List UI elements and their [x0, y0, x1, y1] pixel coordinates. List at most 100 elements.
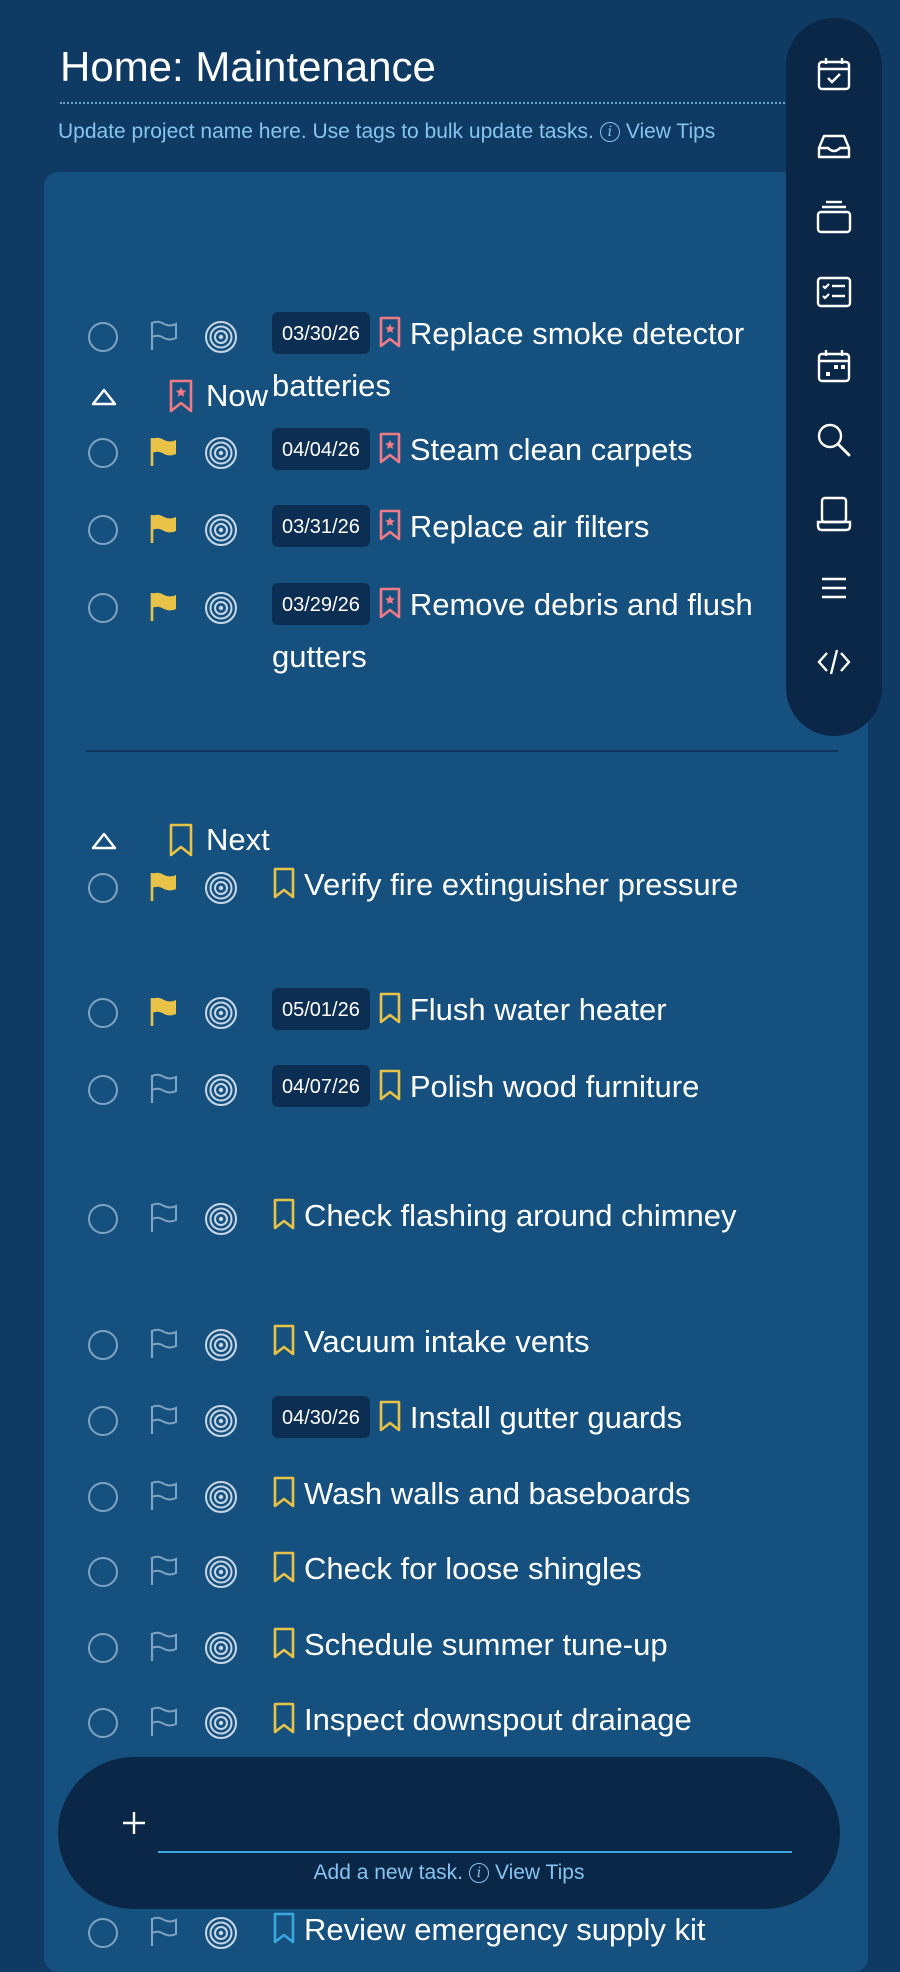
task-content[interactable]: 03/30/26 Replace smoke detector batteries: [272, 308, 812, 412]
flag-icon[interactable]: [148, 320, 178, 352]
collapse-icon[interactable]: [90, 830, 118, 852]
task-title[interactable]: Replace air filters: [410, 509, 649, 544]
complete-checkbox[interactable]: [88, 873, 118, 903]
flag-icon[interactable]: [148, 1202, 178, 1234]
complete-checkbox[interactable]: [88, 1918, 118, 1948]
task-title[interactable]: Check for loose shingles: [304, 1551, 642, 1586]
task-content[interactable]: Check flashing around chimney: [272, 1190, 812, 1242]
code-icon[interactable]: [814, 642, 854, 682]
task-content[interactable]: 03/31/26 Replace air filters: [272, 501, 812, 553]
inbox-icon[interactable]: [814, 126, 854, 166]
add-task-input[interactable]: [158, 1795, 792, 1853]
stack-icon[interactable]: [814, 198, 854, 238]
due-date-badge[interactable]: 03/30/26: [272, 311, 370, 354]
target-icon[interactable]: [204, 320, 238, 354]
due-date-badge[interactable]: 04/30/26: [272, 1395, 370, 1438]
target-icon[interactable]: [204, 1328, 238, 1362]
complete-checkbox[interactable]: [88, 1406, 118, 1436]
calendar-check-icon[interactable]: [814, 54, 854, 94]
collapse-icon[interactable]: [90, 386, 118, 408]
task-content[interactable]: Schedule summer tune-up: [272, 1619, 812, 1671]
info-icon: i: [468, 1863, 489, 1883]
flag-icon[interactable]: [148, 996, 178, 1028]
task-title[interactable]: Inspect downspout drainage: [304, 1702, 692, 1737]
due-date-badge[interactable]: 05/01/26: [272, 987, 370, 1030]
task-content[interactable]: 04/04/26 Steam clean carpets: [272, 424, 812, 476]
flag-icon[interactable]: [148, 1328, 178, 1360]
task-title[interactable]: Polish wood furniture: [410, 1069, 700, 1104]
target-icon[interactable]: [204, 1404, 238, 1438]
target-icon[interactable]: [204, 1555, 238, 1589]
complete-checkbox[interactable]: [88, 1708, 118, 1738]
flag-icon[interactable]: [148, 1631, 178, 1663]
device-icon[interactable]: [814, 494, 854, 534]
complete-checkbox[interactable]: [88, 1557, 118, 1587]
complete-checkbox[interactable]: [88, 515, 118, 545]
complete-checkbox[interactable]: [88, 1075, 118, 1105]
complete-checkbox[interactable]: [88, 593, 118, 623]
target-icon[interactable]: [204, 436, 238, 470]
task-content[interactable]: 04/07/26 Polish wood furniture: [272, 1061, 812, 1113]
complete-checkbox[interactable]: [88, 438, 118, 468]
target-icon[interactable]: [204, 1480, 238, 1514]
target-icon[interactable]: [204, 871, 238, 905]
view-tips-link[interactable]: View Tips: [626, 120, 716, 144]
flag-icon[interactable]: [148, 591, 178, 623]
target-icon[interactable]: [204, 1706, 238, 1740]
task-content[interactable]: 05/01/26 Flush water heater: [272, 984, 812, 1036]
target-icon[interactable]: [204, 1073, 238, 1107]
task-title[interactable]: Check flashing around chimney: [304, 1198, 737, 1233]
task-title[interactable]: Flush water heater: [410, 992, 667, 1027]
flag-icon[interactable]: [148, 1073, 178, 1105]
task-title[interactable]: Steam clean carpets: [410, 432, 693, 467]
calendar-icon[interactable]: [814, 346, 854, 386]
task-content[interactable]: Verify fire extinguisher pressure: [272, 859, 812, 911]
due-date-badge[interactable]: 03/31/26: [272, 504, 370, 547]
target-icon[interactable]: [204, 996, 238, 1030]
task-title[interactable]: Vacuum intake vents: [304, 1324, 589, 1359]
target-icon[interactable]: [204, 1916, 238, 1950]
page-title[interactable]: Home: Maintenance: [60, 36, 785, 104]
due-date-badge[interactable]: 03/29/26: [272, 582, 370, 625]
flag-icon[interactable]: [148, 1480, 178, 1512]
task-title[interactable]: Verify fire extinguisher pressure: [304, 867, 738, 902]
flag-icon[interactable]: [148, 513, 178, 545]
complete-checkbox[interactable]: [88, 1633, 118, 1663]
task-content[interactable]: Vacuum intake vents: [272, 1316, 812, 1368]
task-title[interactable]: Review emergency supply kit: [304, 1912, 705, 1947]
target-icon[interactable]: [204, 591, 238, 625]
complete-checkbox[interactable]: [88, 1482, 118, 1512]
checklist-icon[interactable]: [814, 272, 854, 312]
task-title[interactable]: Wash walls and baseboards: [304, 1476, 691, 1511]
flag-icon[interactable]: [148, 436, 178, 468]
due-date-badge[interactable]: 04/04/26: [272, 427, 370, 470]
target-icon[interactable]: [204, 1631, 238, 1665]
task-title[interactable]: Install gutter guards: [410, 1400, 682, 1435]
complete-checkbox[interactable]: [88, 322, 118, 352]
task-content[interactable]: Wash walls and baseboards: [272, 1468, 812, 1520]
plus-icon[interactable]: [120, 1809, 148, 1837]
view-tips-link[interactable]: View Tips: [495, 1861, 585, 1885]
task-content[interactable]: Review emergency supply kit: [272, 1904, 812, 1956]
task-content[interactable]: 04/30/26 Install gutter guards: [272, 1392, 812, 1444]
complete-checkbox[interactable]: [88, 998, 118, 1028]
task-content[interactable]: 03/29/26 Remove debris and flush gutters: [272, 579, 812, 683]
flag-icon[interactable]: [148, 1916, 178, 1948]
menu-icon[interactable]: [814, 568, 854, 608]
complete-checkbox[interactable]: [88, 1204, 118, 1234]
flag-icon[interactable]: [148, 871, 178, 903]
flag-icon[interactable]: [148, 1706, 178, 1738]
flag-icon[interactable]: [148, 1404, 178, 1436]
flag-icon[interactable]: [148, 1555, 178, 1587]
complete-checkbox[interactable]: [88, 1330, 118, 1360]
task-content[interactable]: Check for loose shingles: [272, 1543, 812, 1595]
target-icon[interactable]: [204, 1202, 238, 1236]
task-content[interactable]: Inspect downspout drainage: [272, 1694, 812, 1746]
target-icon[interactable]: [204, 513, 238, 547]
bookmark-star-icon: [169, 379, 193, 413]
bookmark-star-icon: [379, 587, 401, 619]
bookmark-star-icon: [379, 432, 401, 464]
search-icon[interactable]: [814, 420, 854, 460]
due-date-badge[interactable]: 04/07/26: [272, 1064, 370, 1107]
task-title[interactable]: Schedule summer tune-up: [304, 1627, 668, 1662]
